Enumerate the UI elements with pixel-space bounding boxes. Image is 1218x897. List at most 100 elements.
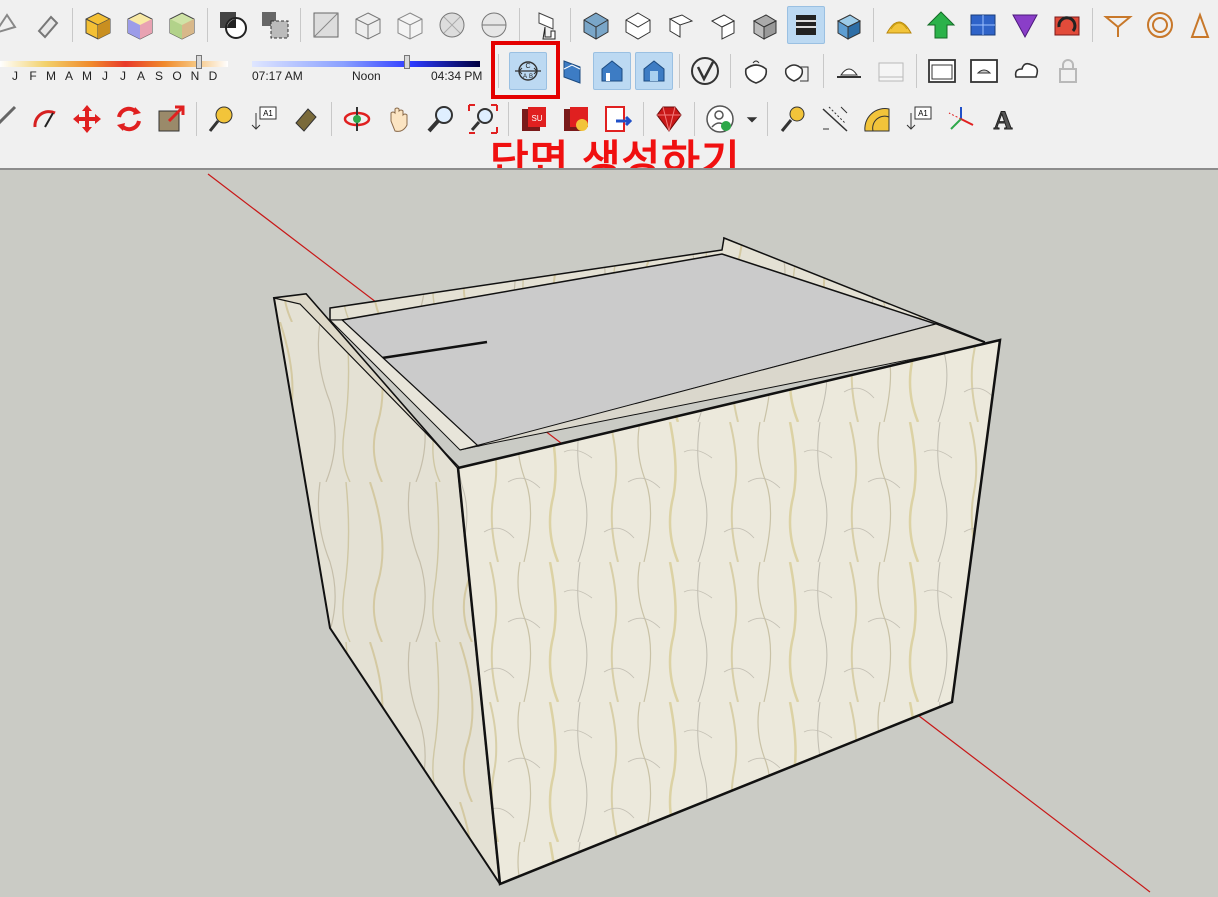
display-section-fill-icon[interactable] <box>635 52 673 90</box>
import-icon[interactable] <box>557 100 595 138</box>
intersect-icon[interactable] <box>214 6 252 44</box>
toolbar-row-2: J F M A M J J A S O N D 07:17 AM Noon 04… <box>0 48 1089 94</box>
separator <box>300 8 301 42</box>
svg-text:A: A <box>994 106 1013 135</box>
separator <box>679 54 680 88</box>
account-icon[interactable] <box>701 100 739 138</box>
export-icon[interactable]: SU <box>515 100 553 138</box>
svg-text:A1: A1 <box>263 109 273 118</box>
separator <box>331 102 332 136</box>
flip-edge-icon[interactable] <box>1141 6 1179 44</box>
toolbar-area: J F M A M J J A S O N D 07:17 AM Noon 04… <box>0 0 1218 182</box>
rotate-icon[interactable] <box>110 100 148 138</box>
display-section-cuts-icon[interactable] <box>593 52 631 90</box>
month-labels: J F M A M J J A S O N D <box>12 69 218 83</box>
separator <box>196 102 197 136</box>
separator <box>508 102 509 136</box>
wireframe-icon[interactable] <box>391 6 429 44</box>
ruby-console-icon[interactable] <box>650 100 688 138</box>
eraser-icon[interactable] <box>28 6 66 44</box>
date-slider[interactable] <box>0 61 228 67</box>
zoom-extents-icon[interactable] <box>464 100 502 138</box>
svg-text:A1: A1 <box>918 109 928 118</box>
time-noon-label: Noon <box>352 69 381 83</box>
dimension-icon[interactable] <box>816 100 854 138</box>
pan-icon[interactable] <box>380 100 418 138</box>
3d-text-icon[interactable]: A <box>984 100 1022 138</box>
left-view-icon[interactable] <box>787 6 825 44</box>
svg-text:A: A <box>523 74 527 80</box>
axes-icon[interactable] <box>942 100 980 138</box>
top-view-icon[interactable] <box>619 6 657 44</box>
shaded-textures-icon[interactable] <box>163 6 201 44</box>
tool-overflow-icon[interactable] <box>1183 6 1218 44</box>
separator <box>1092 8 1093 42</box>
separator <box>498 54 499 88</box>
vray-logo-icon[interactable] <box>686 52 724 90</box>
separator <box>823 54 824 88</box>
display-section-planes-icon[interactable] <box>551 52 589 90</box>
bottom-view-icon[interactable] <box>829 6 867 44</box>
back-view-icon[interactable] <box>745 6 783 44</box>
tape-icon[interactable] <box>774 100 812 138</box>
orbit-icon[interactable] <box>338 100 376 138</box>
trimble-connect-icon[interactable] <box>1007 52 1045 90</box>
xray-icon[interactable] <box>307 6 345 44</box>
tape-measure-icon[interactable] <box>203 100 241 138</box>
layout-icon[interactable] <box>923 52 961 90</box>
separator <box>643 102 644 136</box>
time-slider-thumb[interactable] <box>404 55 410 69</box>
right-view-icon[interactable] <box>703 6 741 44</box>
share-component-icon[interactable] <box>779 52 817 90</box>
paint-icon[interactable] <box>287 100 325 138</box>
protractor-icon[interactable] <box>858 100 896 138</box>
stamp-icon[interactable] <box>1006 6 1044 44</box>
separator <box>767 102 768 136</box>
shaded-icon[interactable] <box>121 6 159 44</box>
text-label-icon[interactable]: A1 <box>900 100 938 138</box>
separator <box>207 8 208 42</box>
time-slider[interactable] <box>252 61 480 67</box>
smoove-icon[interactable] <box>964 6 1002 44</box>
hidden-line-icon[interactable] <box>433 6 471 44</box>
arc-icon[interactable] <box>26 100 64 138</box>
scale-icon[interactable] <box>152 100 190 138</box>
model-viewport[interactable] <box>0 168 1218 897</box>
text-icon[interactable]: A1 <box>245 100 283 138</box>
send-to-layout-icon[interactable] <box>599 100 637 138</box>
toolbar-row-3: A1 SU A1 A <box>0 96 1024 142</box>
monochrome-icon[interactable] <box>475 6 513 44</box>
iso-view-icon[interactable] <box>577 6 615 44</box>
section-plane-icon[interactable]: C A B <box>509 52 547 90</box>
separator <box>873 8 874 42</box>
sandbox-from-scratch-icon[interactable] <box>922 6 960 44</box>
separator <box>916 54 917 88</box>
separator <box>694 102 695 136</box>
date-slider-thumb[interactable] <box>196 55 202 69</box>
component-edit-icon[interactable] <box>526 6 564 44</box>
extension-manager-icon[interactable] <box>872 52 910 90</box>
warehouse-icon[interactable] <box>737 52 775 90</box>
dropdown-arrow-icon[interactable] <box>743 100 761 138</box>
zoom-icon[interactable] <box>422 100 460 138</box>
extension-warehouse-icon[interactable] <box>830 52 868 90</box>
model-scene <box>207 173 1151 893</box>
separator <box>519 8 520 42</box>
paint-bucket-icon[interactable] <box>0 6 24 44</box>
lock-icon[interactable] <box>1049 52 1087 90</box>
sandbox-from-contours-icon[interactable] <box>880 6 918 44</box>
line-icon[interactable] <box>0 100 22 138</box>
time-start-label: 07:17 AM <box>252 69 303 83</box>
front-view-icon[interactable] <box>661 6 699 44</box>
move-icon[interactable] <box>68 100 106 138</box>
drape-icon[interactable] <box>1048 6 1086 44</box>
svg-text:C: C <box>525 63 530 70</box>
time-end-label: 04:34 PM <box>431 69 483 83</box>
svg-text:SU: SU <box>531 114 542 123</box>
face-style-icon[interactable] <box>79 6 117 44</box>
subtract-icon[interactable] <box>256 6 294 44</box>
add-detail-icon[interactable] <box>1099 6 1137 44</box>
back-edges-icon[interactable] <box>349 6 387 44</box>
separator <box>730 54 731 88</box>
preview-icon[interactable] <box>965 52 1003 90</box>
